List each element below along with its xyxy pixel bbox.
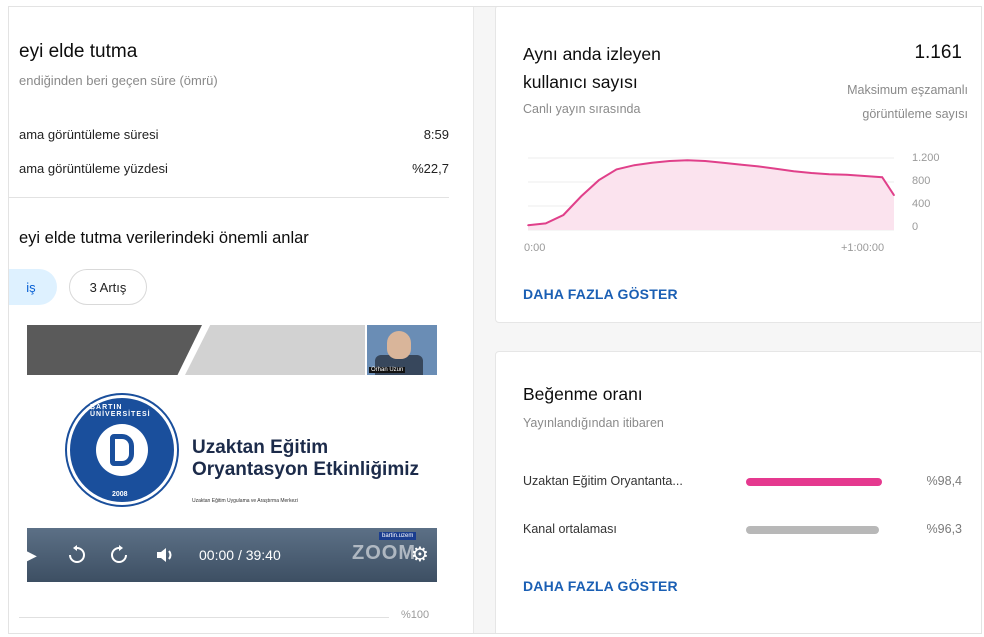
- data-point: [739, 163, 742, 166]
- speaker-name: Orhan Uzun: [369, 367, 406, 373]
- chip-intro[interactable]: iş: [9, 269, 57, 305]
- slide-header-bar: Orhan Uzun: [27, 325, 437, 375]
- like-row-label: Kanal ortalaması: [523, 522, 617, 536]
- data-point: [863, 175, 866, 177]
- zoom-watermark: ZOOM: [352, 542, 416, 564]
- chip-spikes[interactable]: 3 Artış: [69, 269, 147, 305]
- data-point: [881, 176, 883, 178]
- like-row-label: Uzaktan Eğitim Oryantanta...: [523, 474, 683, 488]
- settings-gear-icon[interactable]: ⚙: [411, 545, 429, 565]
- logo-year: 2008: [112, 491, 128, 498]
- total-time: 39:40: [245, 547, 281, 563]
- like-ratio-bar: [746, 478, 882, 486]
- data-point: [633, 164, 636, 166]
- data-point: [775, 168, 777, 170]
- like-row-value: %98,4: [926, 474, 962, 488]
- data-point: [562, 214, 565, 216]
- data-point: [792, 170, 795, 172]
- avg-view-duration-row: ama görüntüleme süresi 8:59: [19, 127, 449, 142]
- slide-title-line2: Oryantasyon Etkinliğimiz: [192, 459, 419, 480]
- data-point: [893, 194, 895, 196]
- slide-dark-band: [27, 325, 202, 375]
- logo-b-mark: [110, 434, 134, 466]
- retention-title: eyi elde tutma: [19, 41, 138, 62]
- concurrent-viewers-chart: [527, 157, 895, 231]
- data-point: [722, 162, 724, 164]
- concurrent-show-more-link[interactable]: DAHA FAZLA GÖSTER: [523, 286, 678, 302]
- slide-title-line1: Uzaktan Eğitim: [192, 437, 329, 458]
- channel-average-bar: [746, 526, 879, 534]
- like-ratio-card: Beğenme oranı Yayınlandığından itibaren …: [495, 351, 981, 633]
- like-row-value: %96,3: [926, 522, 962, 536]
- metric-label: ama görüntüleme yüzdesi: [19, 161, 168, 176]
- slide-light-band: [185, 325, 365, 375]
- retention-card: eyi elde tutma endiğinden beri geçen sür…: [9, 7, 474, 633]
- forward-10-icon[interactable]: [109, 545, 129, 569]
- section-divider: [9, 197, 449, 198]
- data-point: [686, 159, 689, 162]
- like-ratio-title: Beğenme oranı: [523, 384, 643, 404]
- like-ratio-subtitle: Yayınlandığından itibaren: [523, 416, 664, 430]
- key-moments-title: eyi elde tutma verilerindeki önemli anla…: [19, 229, 309, 247]
- current-time: 00:00: [199, 547, 235, 563]
- y-tick-label: 1.200: [912, 152, 940, 164]
- retention-subtitle: endiğinden beri geçen süre (ömrü): [19, 73, 218, 88]
- y-tick-label: 400: [912, 198, 931, 210]
- speaker-camera-thumbnail: Orhan Uzun: [367, 325, 437, 375]
- data-point: [580, 195, 582, 198]
- avg-view-percentage-row: ama görüntüleme yüzdesi %22,7: [19, 161, 449, 176]
- slide-small-text: Uzaktan Eğitim Uygulama ve Araştırma Mer…: [192, 498, 298, 504]
- volume-icon[interactable]: [155, 545, 177, 569]
- data-point: [810, 172, 813, 174]
- metric-label: ama görüntüleme süresi: [19, 127, 159, 142]
- rewind-10-icon[interactable]: [67, 545, 87, 569]
- metric-value: %22,7: [412, 161, 449, 176]
- logo-emblem: [96, 424, 148, 476]
- data-point: [615, 168, 618, 171]
- player-time: 00:00 / 39:40: [199, 547, 281, 563]
- x-tick-label: +1:00:00: [841, 242, 885, 254]
- play-icon[interactable]: ▶: [27, 545, 37, 565]
- player-controls: ▶ 00:00 / 39:40 bartin.uzem ZOOM ⚙: [27, 528, 437, 582]
- data-point: [845, 174, 848, 176]
- concurrent-viewers-card: Aynı anda izleyen kullanıcı sayısı Canlı…: [495, 7, 981, 323]
- data-point: [544, 222, 547, 225]
- logo-ring-text: BARTIN ÜNİVERSİTESİ: [90, 404, 151, 418]
- time-separator: /: [237, 547, 246, 563]
- university-logo: BARTIN ÜNİVERSİTESİ 2008: [67, 395, 177, 505]
- data-point: [668, 160, 671, 162]
- analytics-frame: eyi elde tutma endiğinden beri geçen sür…: [8, 6, 982, 634]
- y-tick-label: 800: [912, 175, 931, 187]
- x-tick-label: 0:00: [524, 242, 546, 254]
- speaker-face: [387, 331, 411, 359]
- data-point: [598, 179, 600, 181]
- video-preview[interactable]: Orhan Uzun BARTIN ÜNİVERSİTESİ 2008 Uzak…: [27, 325, 437, 582]
- social-badge: bartin.uzem: [379, 532, 417, 540]
- slide-title: Uzaktan Eğitim Oryantasyon Etkinliğimiz: [192, 437, 419, 481]
- data-point: [704, 160, 706, 162]
- metric-value: 8:59: [423, 127, 449, 142]
- y-tick-label: 0: [912, 221, 919, 233]
- data-point: [527, 224, 529, 226]
- retention-axis-label: %100: [401, 609, 430, 621]
- data-point: [757, 165, 760, 168]
- retention-graph-top-line: [19, 617, 389, 618]
- data-point: [828, 173, 830, 175]
- like-ratio-show-more-link[interactable]: DAHA FAZLA GÖSTER: [523, 578, 678, 594]
- data-point: [651, 162, 653, 164]
